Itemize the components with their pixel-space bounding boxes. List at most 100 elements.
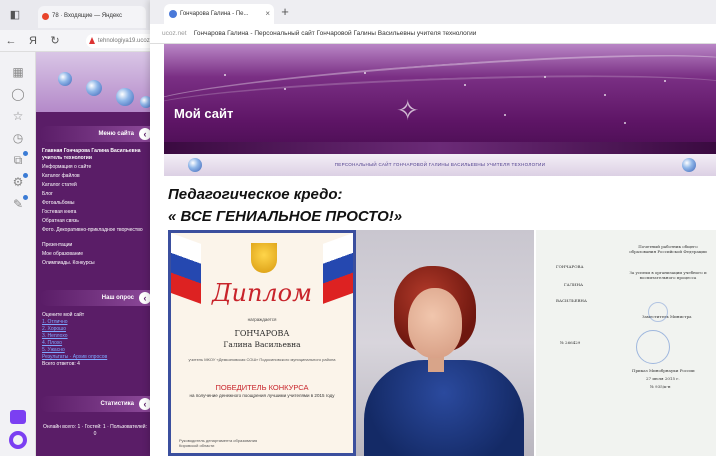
decor-ball-icon bbox=[682, 158, 696, 172]
creed-heading: Педагогическое кредо: bbox=[168, 186, 343, 203]
poll-option[interactable]: 1. Отлично bbox=[42, 319, 148, 326]
edit-icon[interactable]: ✎ bbox=[10, 195, 28, 212]
poll-question: Оцените мой сайт bbox=[42, 312, 85, 318]
sparkle bbox=[664, 80, 666, 82]
certificate-image: ГОНЧАРОВА ГАЛИНА ВАСИЛЬЕВНА № 266429 Поч… bbox=[536, 230, 716, 456]
address-title: Гончарова Галина - Персональный сайт Гон… bbox=[193, 30, 477, 37]
certificate-line: Приказ Минобрнауки России bbox=[632, 368, 695, 373]
banner-bottom-stripe bbox=[164, 142, 716, 154]
poll-option[interactable]: 3. Неплохо bbox=[42, 333, 148, 340]
new-tab-icon[interactable]: + bbox=[278, 5, 292, 19]
sidebar-toggle-icon[interactable]: ◧ bbox=[8, 8, 22, 22]
front-address-bar[interactable]: ucoz.net Гончарова Галина - Персональный… bbox=[150, 24, 716, 44]
poll-option[interactable]: 4. Плохо bbox=[42, 340, 148, 347]
poll-total: Всего ответов: 4 bbox=[42, 361, 80, 367]
poll-header-label: Наш опрос bbox=[101, 295, 134, 301]
certificate-line: ВАСИЛЬЕВНА bbox=[556, 298, 587, 303]
certificate-line: ГОНЧАРОВА bbox=[556, 264, 584, 269]
diploma-image: Диплом награждается ГОНЧАРОВА Галина Вас… bbox=[168, 230, 356, 456]
photo-strip: Диплом награждается ГОНЧАРОВА Галина Вас… bbox=[168, 230, 716, 456]
certificate-line: ГАЛИНА bbox=[564, 282, 584, 287]
stats-header-label: Статистика bbox=[100, 401, 134, 407]
decor-ball-icon bbox=[86, 80, 102, 96]
apps-grid-icon[interactable]: ▦ bbox=[10, 64, 26, 80]
diploma-given-name: Галина Васильевна bbox=[223, 340, 301, 349]
menu-header-label: Меню сайта bbox=[98, 131, 134, 137]
site-title[interactable]: Мой сайт bbox=[174, 106, 233, 121]
poll-option[interactable]: 2. Хорошо bbox=[42, 326, 148, 333]
sparkle bbox=[464, 84, 466, 86]
site-subtitle-bar: ПЕРСОНАЛЬНЫЙ САЙТ ГОНЧАРОВОЙ ГАЛИНЫ ВАСИ… bbox=[164, 154, 716, 176]
site-menu-column: Меню сайта ‹ Главная Гончарова Галина Ва… bbox=[36, 112, 166, 456]
yandex-logo-icon[interactable]: Я bbox=[26, 34, 40, 48]
front-tabbar: Гончарова Галина - Пе... × + bbox=[150, 0, 716, 24]
diploma-award-text: награждается bbox=[247, 317, 277, 322]
diploma-school: учитель МКОУ «Демьяновская СОШ» Подосино… bbox=[188, 357, 336, 362]
poll-box: Оцените мой сайт 1. Отлично 2. Хорошо 3.… bbox=[42, 312, 148, 368]
star-icon[interactable]: ☆ bbox=[10, 108, 26, 124]
back-arrow-icon[interactable]: ← bbox=[4, 34, 18, 48]
address-domain: ucoz.net bbox=[162, 30, 187, 37]
sparkle bbox=[544, 76, 546, 78]
close-tab-icon[interactable]: × bbox=[265, 9, 270, 18]
site-page: ✧ Мой сайт ПЕРСОНАЛЬНЫЙ САЙТ ГОНЧАРОВОЙ … bbox=[164, 44, 716, 456]
certificate-line: Почетный работник общего образования Рос… bbox=[629, 244, 707, 254]
menu-item-info[interactable]: Информация о сайте bbox=[42, 164, 148, 171]
diploma-signature: Руководитель департамента образования Ки… bbox=[179, 438, 258, 448]
menu-item-presentations[interactable]: Презентации bbox=[42, 242, 148, 249]
decor-ball-icon bbox=[58, 72, 72, 86]
decor-ball-icon bbox=[116, 88, 134, 106]
sparkle bbox=[284, 88, 286, 90]
stamp-icon bbox=[648, 302, 668, 322]
site-favicon-icon bbox=[169, 10, 177, 18]
site-subtitle: ПЕРСОНАЛЬНЫЙ САЙТ ГОНЧАРОВОЙ ГАЛИНЫ ВАСИ… bbox=[334, 162, 546, 167]
front-tab-active[interactable]: Гончарова Галина - Пе... × bbox=[164, 4, 274, 24]
site-banner: ✧ Мой сайт bbox=[164, 44, 716, 154]
teacher-portrait-image bbox=[356, 230, 534, 456]
poll-option[interactable]: 5. Ужасно bbox=[42, 347, 148, 354]
reload-icon[interactable]: ↻ bbox=[48, 34, 62, 48]
mail-favicon-icon bbox=[42, 13, 49, 20]
menu-item-articles[interactable]: Каталог статей bbox=[42, 182, 148, 189]
menu-item-education[interactable]: Мое образование bbox=[42, 251, 148, 258]
menu-item-blog[interactable]: Блог bbox=[42, 191, 148, 198]
menu-item-files[interactable]: Каталог файлов bbox=[42, 173, 148, 180]
sparkle bbox=[624, 122, 626, 124]
menu-item-craft[interactable]: Фото. Декоративно-прикладное творчество bbox=[42, 227, 148, 234]
star-logo-icon: ✧ bbox=[396, 95, 420, 126]
menu-item-olympiads[interactable]: Олимпиады. Конкурсы bbox=[42, 260, 148, 267]
portrait-face bbox=[408, 288, 462, 358]
alice-voice-icon[interactable] bbox=[9, 431, 27, 449]
back-page-header bbox=[36, 52, 166, 112]
back-tab-label: 78 · Входящие — Яндекс bbox=[52, 13, 122, 19]
back-tab-mail[interactable]: 78 · Входящие — Яндекс bbox=[38, 6, 146, 28]
settings-icon[interactable]: ⚙ bbox=[10, 173, 28, 190]
menu-item-feedback[interactable]: Обратная связь bbox=[42, 218, 148, 225]
creed-text: « ВСЕ ГЕНИАЛЬНОЕ ПРОСТО!» bbox=[168, 208, 403, 225]
menu-item-photos[interactable]: Фотоальбомы bbox=[42, 200, 148, 207]
stamp-icon bbox=[636, 330, 670, 364]
sparkle bbox=[364, 72, 366, 74]
diploma-surname: ГОНЧАРОВА bbox=[234, 329, 290, 338]
sparkle bbox=[504, 114, 506, 116]
poll-block-header: Наш опрос ‹ bbox=[40, 290, 154, 306]
diploma-winner: ПОБЕДИТЕЛЬ КОНКУРСА bbox=[215, 383, 309, 392]
front-browser-window: Гончарова Галина - Пе... × + ucoz.net Го… bbox=[150, 0, 716, 456]
menu-item-guestbook[interactable]: Гостевая книга bbox=[42, 209, 148, 216]
sparkle bbox=[224, 74, 226, 76]
certificate-line: 27 июля 2015 г. bbox=[646, 376, 680, 381]
bell-icon[interactable]: ◯ bbox=[10, 86, 26, 102]
history-icon[interactable]: ◷ bbox=[10, 130, 26, 146]
alice-assistant-icon[interactable] bbox=[10, 410, 26, 424]
back-page-content: Меню сайта ‹ Главная Гончарова Галина Ва… bbox=[36, 52, 166, 456]
stats-text: Онлайн всего: 1 · Гостей: 1 · Пользовате… bbox=[43, 424, 147, 437]
certificate-line: № 935/к-н bbox=[650, 384, 671, 389]
screenshot-root: ◧ 78 · Входящие — Яндекс ← Я ↻ tehnologi… bbox=[0, 0, 716, 456]
diploma-title: Диплом bbox=[211, 279, 313, 307]
notes-icon[interactable]: ⧉ bbox=[10, 151, 28, 168]
diploma-winner-sub: на получение денежного поощрения лучшими… bbox=[189, 393, 335, 398]
poll-results-link[interactable]: Результаты · Архив опросов bbox=[42, 354, 148, 361]
browser-sidebar: ▦ ◯ ☆ ◷ ⧉ ⚙ ✎ bbox=[0, 52, 36, 456]
menu-item-main[interactable]: Главная Гончарова Галина Васильевна учит… bbox=[42, 148, 148, 162]
sparkle bbox=[604, 94, 606, 96]
